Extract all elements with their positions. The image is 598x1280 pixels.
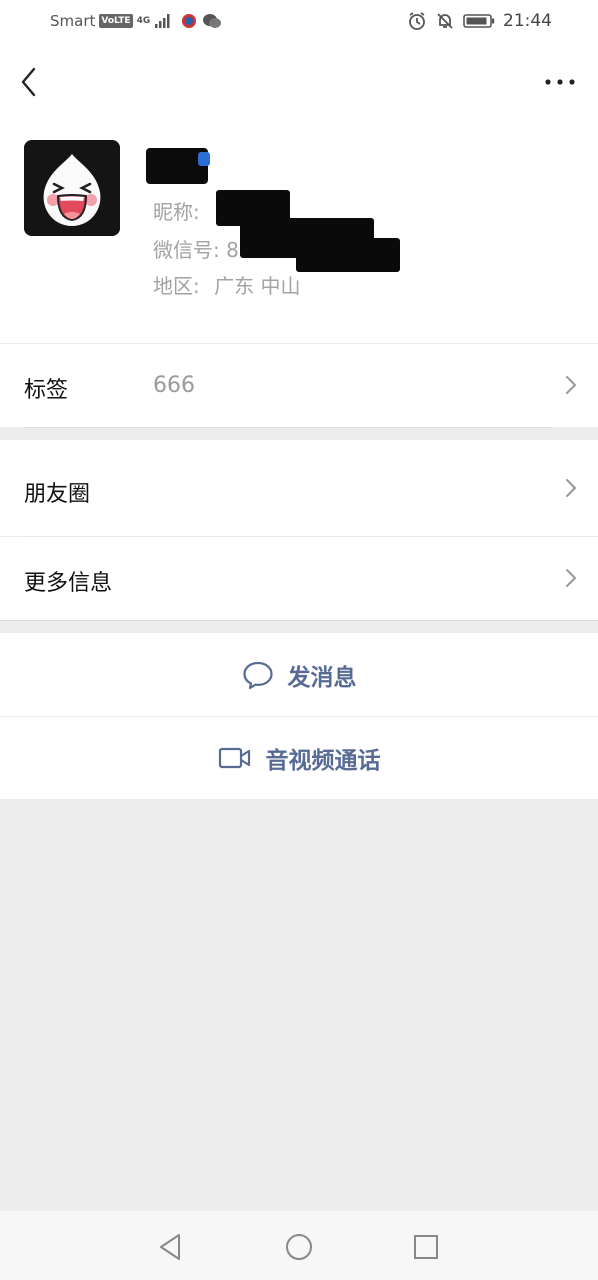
wechat-id-label: 微信号: — [153, 238, 220, 262]
tags-value: 666 — [153, 373, 195, 398]
top-nav — [0, 44, 598, 120]
status-bar: Smart VoLTE 4G 21:44 — [0, 0, 598, 44]
video-call-label: 音视频通话 — [265, 748, 381, 774]
alarm-icon — [409, 12, 425, 30]
region-row: 地区: 广东 中山 — [153, 270, 300, 299]
divider — [0, 620, 598, 621]
nav-back-triangle-icon[interactable] — [155, 1231, 187, 1263]
region-value: 广东 中山 — [214, 274, 301, 298]
signal-icon — [155, 14, 170, 28]
chevron-right-icon — [566, 376, 576, 394]
chevron-right-icon — [566, 569, 576, 587]
moments-row[interactable]: 朋友圈 — [0, 440, 598, 536]
back-chevron-icon[interactable] — [14, 64, 46, 100]
nickname-label: 昵称: — [153, 200, 200, 224]
system-nav-bar — [0, 1211, 598, 1280]
divider — [24, 427, 552, 428]
profile-card: 昵称: 微信号: 8 地区: 广东 中山 — [0, 120, 598, 343]
chat-bubble-icon — [242, 661, 273, 689]
moments-label: 朋友圈 — [24, 482, 91, 507]
video-call-button[interactable]: 音视频通话 — [0, 717, 598, 799]
wechat-notification-icon — [203, 14, 222, 28]
more-dots-icon[interactable] — [540, 68, 580, 96]
tags-row[interactable]: 标签 666 — [0, 344, 598, 427]
more-info-label: 更多信息 — [24, 571, 113, 596]
video-camera-icon — [218, 747, 250, 769]
chevron-right-icon — [566, 479, 576, 497]
more-info-row[interactable]: 更多信息 — [0, 537, 598, 620]
status-left: Smart VoLTE 4G — [50, 12, 222, 30]
nav-recents-square-icon[interactable] — [410, 1231, 442, 1263]
status-right: 21:44 — [407, 11, 552, 31]
tags-label: 标签 — [24, 378, 69, 403]
battery-icon — [463, 14, 495, 28]
send-message-label: 发消息 — [287, 664, 357, 691]
laughing-face-avatar-icon — [24, 140, 120, 236]
clock: 21:44 — [503, 11, 552, 31]
volte-badge: VoLTE — [99, 14, 133, 28]
mute-icon — [437, 13, 453, 29]
avatar[interactable] — [24, 140, 120, 236]
wechat-id-row: 微信号: 8 — [153, 234, 239, 263]
nav-home-circle-icon[interactable] — [283, 1231, 315, 1263]
redaction-mark — [198, 152, 210, 166]
carrier-name: Smart — [50, 12, 96, 30]
region-label: 地区: — [153, 274, 200, 298]
send-message-button[interactable]: 发消息 — [0, 633, 598, 716]
nickname-row: 昵称: — [153, 196, 200, 225]
redaction-mark — [296, 238, 400, 272]
network-type: 4G — [136, 16, 151, 26]
wechat-id-value: 8 — [226, 238, 239, 262]
app-notification-icon — [182, 14, 197, 28]
